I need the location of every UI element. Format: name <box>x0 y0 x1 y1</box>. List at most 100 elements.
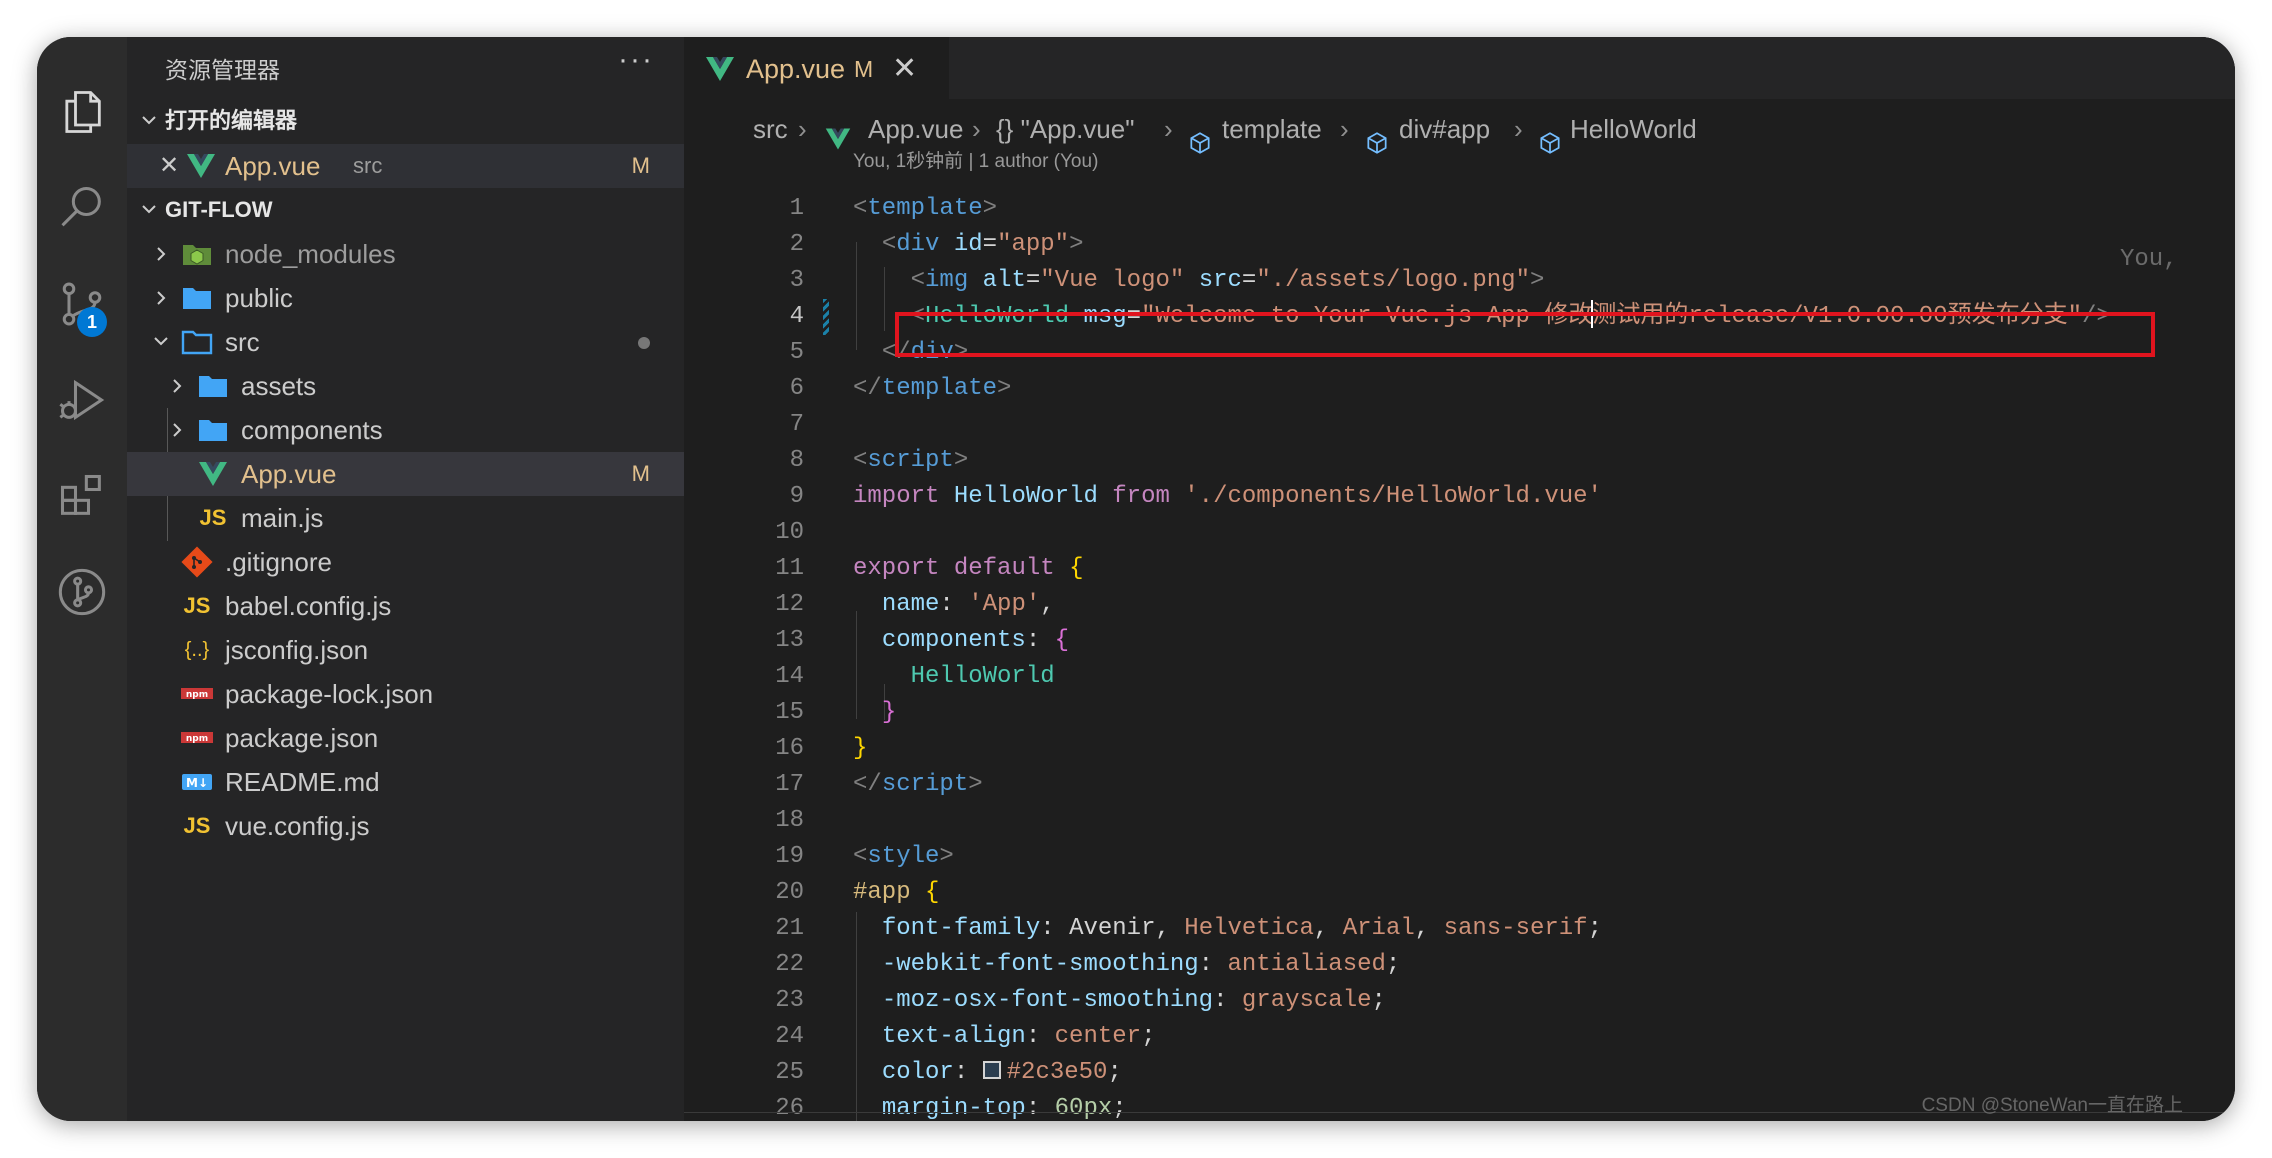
tab-modified-flag: M <box>854 56 874 82</box>
tree-item-label: package-lock.json <box>225 679 434 709</box>
open-editor-item[interactable]: ✕ App.vue src M <box>127 144 684 188</box>
open-editors-section[interactable]: 打开的编辑器 <box>127 99 684 143</box>
code-line: text-align: center; <box>881 1023 1156 1050</box>
tree-item-label: node_modules <box>225 239 396 269</box>
codelens-authors[interactable]: You, 1秒钟前 | 1 author (You) <box>853 146 1098 173</box>
tree-item-main-js[interactable]: JS main.js <box>127 496 684 540</box>
tree-item-label: App.vue <box>241 459 337 489</box>
line-number: 2 <box>789 231 804 258</box>
code-line: -webkit-font-smoothing: antialiased; <box>881 951 1401 978</box>
tree-item-label: .gitignore <box>225 547 332 577</box>
chevron-right-icon <box>151 232 171 276</box>
code-line: export default { <box>853 555 1084 582</box>
tree-item-label: src <box>225 327 260 357</box>
source-control-icon[interactable]: 1 <box>37 259 127 349</box>
color-swatch[interactable] <box>982 1061 1001 1079</box>
js-file-icon: JS <box>183 593 211 618</box>
code-line: import HelloWorld from './components/Hel… <box>853 483 1602 510</box>
folder-open-icon <box>181 326 213 358</box>
code-line: <div id="app"> <box>881 231 1084 258</box>
tree-item-components[interactable]: components <box>127 408 684 452</box>
tree-item-node-modules[interactable]: node_modules <box>127 232 684 276</box>
files-icon[interactable] <box>37 67 127 157</box>
line-number: 1 <box>789 195 804 222</box>
js-file-icon: JS <box>183 813 211 838</box>
tree-item-label: components <box>241 415 383 445</box>
chevron-right-icon: › <box>798 114 807 144</box>
vue-file-icon <box>824 114 852 150</box>
tree-item-assets[interactable]: assets <box>127 364 684 408</box>
extensions-icon[interactable] <box>37 451 127 541</box>
code-line: <img alt="Vue logo" src="./assets/logo.p… <box>910 267 1545 294</box>
tree-item-jsconfig[interactable]: {..} jsconfig.json <box>127 628 684 672</box>
line-number: 12 <box>775 591 804 618</box>
highlight-box <box>895 312 2155 357</box>
tree-item-label: assets <box>241 371 317 401</box>
svg-text:npm: npm <box>186 690 208 700</box>
line-number: 24 <box>775 1023 804 1050</box>
line-number: 4 <box>789 303 804 330</box>
modified-dot <box>638 337 650 349</box>
git-change-marker[interactable] <box>823 299 829 335</box>
tree-item-label: vue.config.js <box>225 811 370 841</box>
run-debug-icon[interactable] <box>37 355 127 445</box>
tab-app-vue[interactable]: App.vue M ✕ <box>684 37 949 101</box>
line-number: 9 <box>789 483 804 510</box>
line-number: 10 <box>775 519 804 546</box>
line-number: 5 <box>789 339 804 366</box>
tree-item-src[interactable]: src <box>127 320 684 364</box>
folder-icon <box>181 282 213 314</box>
explorer-sidebar: 资源管理器 ··· 打开的编辑器 ✕ App.vue src M GIT-FLO… <box>127 37 684 1121</box>
open-editor-path: src <box>353 153 383 178</box>
svg-text:M↓: M↓ <box>186 776 208 790</box>
tree-item-readme[interactable]: M↓ README.md <box>127 760 684 804</box>
tree-item-label: public <box>225 283 293 313</box>
editor-area: App.vue M ✕ src › App.vue › {} "App.vue"… <box>684 37 2235 1121</box>
tab-label: App.vue <box>746 54 846 84</box>
svg-text:npm: npm <box>186 734 208 744</box>
breadcrumb-item[interactable]: div#app <box>1399 99 1490 159</box>
code-line: name: 'App', <box>881 591 1055 618</box>
open-editor-name: App.vue <box>225 151 321 181</box>
explorer-title: 资源管理器 <box>165 57 280 83</box>
code-line: components: { <box>881 627 1070 654</box>
json-file-icon: {..} <box>184 639 210 661</box>
code-line: </script> <box>853 771 983 798</box>
code-line: color: #2c3e50; <box>881 1059 1122 1086</box>
explorer-header: 资源管理器 ··· <box>127 37 684 97</box>
project-section[interactable]: GIT-FLOW <box>127 188 684 232</box>
git-file-icon <box>181 546 213 578</box>
tab-close-icon[interactable]: ✕ <box>892 51 917 86</box>
symbol-field-icon <box>1537 117 1563 154</box>
tree-item-app-vue[interactable]: App.vue M <box>127 452 684 496</box>
tree-item-label: README.md <box>225 767 380 797</box>
tree-item-gitignore[interactable]: .gitignore <box>127 540 684 584</box>
search-icon[interactable] <box>37 163 127 253</box>
source-control-badge: 1 <box>77 307 107 337</box>
code-line: <style> <box>853 843 954 870</box>
code-line: <script> <box>853 447 969 474</box>
more-actions-icon[interactable]: ··· <box>618 43 654 77</box>
tree-item-package-lock[interactable]: npm package-lock.json <box>127 672 684 716</box>
tree-item-vue-config[interactable]: JS vue.config.js <box>127 804 684 848</box>
code-line: } <box>881 699 897 726</box>
js-file-icon: JS <box>199 505 227 530</box>
tree-item-package-json[interactable]: npm package.json <box>127 716 684 760</box>
npm-file-icon: npm <box>181 722 213 754</box>
code-line: HelloWorld <box>910 663 1055 690</box>
line-number: 13 <box>775 627 804 654</box>
line-number: 21 <box>775 915 804 942</box>
tree-item-label: package.json <box>225 723 379 753</box>
breadcrumb-item[interactable]: src <box>753 99 788 159</box>
tree-item-babel-config[interactable]: JS babel.config.js <box>127 584 684 628</box>
breadcrumb-item[interactable]: HelloWorld <box>1570 99 1697 159</box>
git-graph-icon[interactable] <box>37 547 127 637</box>
line-number: 14 <box>775 663 804 690</box>
breadcrumb-item[interactable]: template <box>1222 99 1322 159</box>
open-editors-label: 打开的编辑器 <box>165 108 298 133</box>
tree-item-public[interactable]: public <box>127 276 684 320</box>
vue-file-icon <box>185 150 217 182</box>
line-number: 25 <box>775 1059 804 1086</box>
close-icon[interactable]: ✕ <box>159 144 179 188</box>
chevron-right-icon: › <box>1514 114 1523 144</box>
